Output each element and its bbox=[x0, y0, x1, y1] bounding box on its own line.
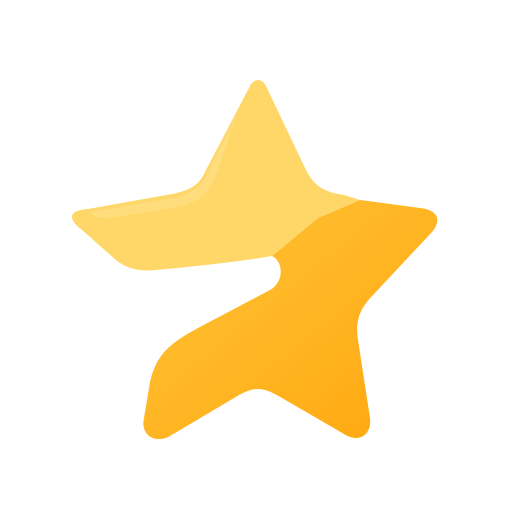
icon-canvas bbox=[0, 0, 512, 512]
star-icon bbox=[71, 80, 438, 440]
